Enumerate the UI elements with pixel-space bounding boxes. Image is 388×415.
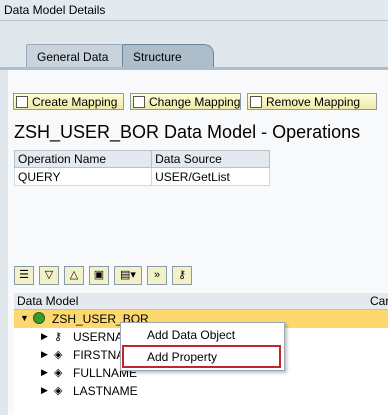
tab-structure[interactable]: Structure [122,44,214,69]
chevron-down-icon[interactable]: ▼ [20,313,29,323]
change-mapping-label: Change Mapping [149,95,241,109]
tag-icon: ◈ [54,385,63,397]
print-icon[interactable]: ▤▾ [114,266,142,285]
document-icon [16,96,28,108]
tag-icon: ◈ [54,367,63,379]
tab-strip: General Data Structure [0,44,388,69]
window-title: Data Model Details [4,3,106,17]
annotation-highlight-box [122,345,281,368]
tree-node-child[interactable]: ▶ ◈ LASTNAME [14,382,388,400]
tag-icon: ◈ [54,349,63,361]
trash-icon [250,96,262,108]
tree-node-label: FIRSTNA [73,348,125,362]
tree-header: Data Model Card [14,293,388,310]
tree-col-data-model[interactable]: Data Model [17,294,78,308]
tab-general-data-label: General Data [37,50,109,64]
col-header-data-source[interactable]: Data Source [151,150,270,168]
chevron-right-icon[interactable]: ▶ [41,349,48,360]
edit-icon [133,96,145,108]
table-row[interactable]: QUERY USER/GetList [13,167,270,186]
remove-mapping-label: Remove Mapping [266,95,361,109]
operations-table: Operation Name Data Source QUERY USER/Ge… [13,150,270,186]
layout-icon[interactable]: ▣ [89,266,109,285]
tree-node-label: LASTNAME [73,384,138,398]
chevron-right-icon[interactable]: ▶ [41,367,48,378]
tab-structure-label: Structure [133,50,182,64]
menu-item-add-data-object[interactable]: Add Data Object [147,328,235,342]
tree-col-card[interactable]: Card [370,294,388,308]
create-mapping-label: Create Mapping [32,95,118,109]
details-icon[interactable]: ☰ [14,266,34,285]
cell-operation-name[interactable]: QUERY [13,167,153,186]
col-header-operation-name[interactable]: Operation Name [13,150,153,168]
change-mapping-button[interactable]: Change Mapping [130,93,241,110]
remove-mapping-button[interactable]: Remove Mapping [247,93,377,110]
create-mapping-button[interactable]: Create Mapping [13,93,124,110]
tree-node-label: USERNA [73,330,124,344]
tab-general-data[interactable]: General Data [26,44,130,69]
forward-icon[interactable]: » [147,266,167,285]
collapse-icon[interactable]: △ [64,266,84,285]
page-title: ZSH_USER_BOR Data Model - Operations [14,122,361,142]
chevron-right-icon[interactable]: ▶ [41,385,48,396]
status-ok-icon [33,312,45,324]
cell-data-source[interactable]: USER/GetList [151,167,270,186]
key-icon[interactable]: ⚷ [172,266,192,285]
chevron-right-icon[interactable]: ▶ [41,331,48,342]
window-titlebar: Data Model Details [0,0,388,21]
expand-icon[interactable]: ▽ [39,266,59,285]
key-icon: ⚷ [54,331,63,343]
